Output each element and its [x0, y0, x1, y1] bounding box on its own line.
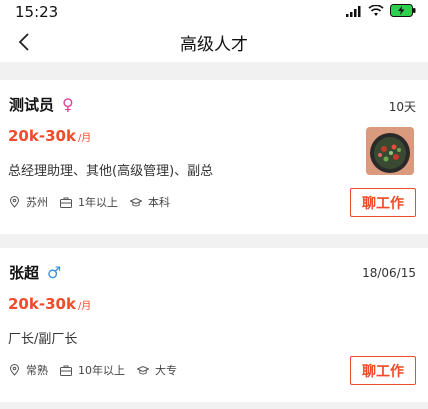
briefcase-icon	[60, 364, 72, 376]
experience: 1年以上	[60, 194, 118, 210]
candidate-card[interactable]: 张超 ♂ 18/06/15 20k-30k /月 厂长/副厂长 常熟 10年以上…	[0, 248, 428, 402]
male-icon: ♂	[47, 262, 62, 282]
update-time: 18/06/15	[362, 266, 416, 280]
experience-label: 10年以上	[78, 364, 125, 377]
city: 苏州	[8, 194, 48, 210]
top-bar: 15:23 高级人才	[0, 0, 428, 62]
chat-button[interactable]: 聊工作	[350, 356, 416, 385]
candidate-meta: 苏州 1年以上 本科	[8, 194, 182, 210]
candidate-meta: 常熟 10年以上 大专	[8, 362, 189, 378]
education-label: 本科	[148, 196, 170, 209]
salary-unit: /月	[77, 133, 92, 144]
wifi-icon	[368, 2, 384, 21]
education: 本科	[130, 194, 170, 210]
graduation-cap-icon	[130, 196, 142, 208]
city: 常熟	[8, 362, 48, 378]
signal-bars-icon	[346, 2, 362, 21]
graduation-cap-icon	[137, 364, 149, 376]
desired-positions: 厂长/副厂长	[8, 332, 78, 347]
candidate-name-row: 张超 ♂	[9, 262, 61, 283]
salary: 20k-30k /月	[8, 295, 91, 313]
candidate-card[interactable]: 测试员 ♀ 10天 20k-30k /月 总经理助理、其他(高级管理)、副总 苏…	[0, 80, 428, 234]
location-pin-icon	[8, 364, 20, 376]
female-icon: ♀	[62, 94, 74, 114]
city-label: 常熟	[26, 364, 48, 377]
status-time: 15:23	[15, 3, 59, 21]
candidate-name: 张超	[9, 264, 40, 282]
candidate-photo	[366, 127, 414, 175]
salary-range: 20k-30k	[8, 127, 76, 145]
update-time: 10天	[388, 100, 416, 114]
salary-unit: /月	[77, 301, 92, 312]
salary: 20k-30k /月	[8, 127, 91, 145]
location-pin-icon	[8, 196, 20, 208]
city-label: 苏州	[26, 196, 48, 209]
chat-button[interactable]: 聊工作	[350, 188, 416, 217]
experience-label: 1年以上	[78, 196, 118, 209]
candidate-name-row: 测试员 ♀	[9, 94, 74, 115]
education: 大专	[137, 362, 177, 378]
page-title: 高级人才	[180, 35, 248, 55]
salary-range: 20k-30k	[8, 295, 76, 313]
experience: 10年以上	[60, 362, 125, 378]
status-icons	[346, 2, 416, 21]
briefcase-icon	[60, 196, 72, 208]
battery-charging-icon	[390, 2, 416, 21]
education-label: 大专	[155, 364, 177, 377]
candidate-name: 测试员	[9, 96, 55, 114]
desired-positions: 总经理助理、其他(高级管理)、副总	[8, 164, 214, 179]
